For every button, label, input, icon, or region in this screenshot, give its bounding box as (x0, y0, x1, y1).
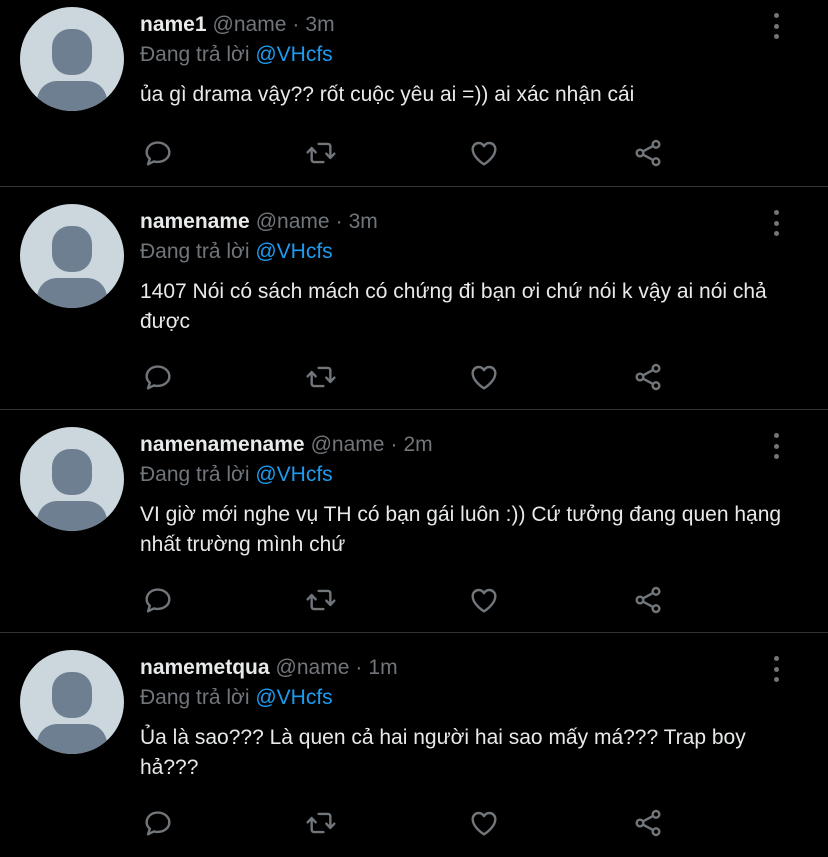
default-avatar-icon[interactable] (20, 427, 124, 531)
retweet-icon[interactable] (303, 582, 339, 618)
user-handle[interactable]: @name (256, 207, 330, 237)
action-bar (140, 359, 680, 395)
more-icon[interactable] (770, 210, 782, 236)
replying-to: Đang trả lời @VHcfs (140, 460, 798, 492)
replying-to: Đang trả lời @VHcfs (140, 237, 798, 269)
tweet-header: namenamename @name · 2m (140, 430, 798, 460)
replying-to-label: Đang trả lời (140, 463, 250, 486)
user-handle[interactable]: @name (276, 653, 350, 683)
tweet-text: ủa gì drama vậy?? rốt cuộc yêu ai =)) ai… (140, 83, 635, 106)
reply-tweet[interactable]: namenamename @name · 2m Đang trả lời @VH… (0, 410, 828, 633)
share-icon[interactable] (630, 135, 666, 171)
reply-tweet[interactable]: namename @name · 3m Đang trả lời @VHcfs … (0, 187, 828, 410)
retweet-icon[interactable] (303, 805, 339, 841)
like-icon[interactable] (466, 805, 502, 841)
mention-link[interactable]: @VHcfs (255, 43, 332, 66)
more-icon[interactable] (770, 433, 782, 459)
display-name[interactable]: name1 (140, 10, 207, 40)
reply-icon[interactable] (140, 805, 176, 841)
tweet-header: namename @name · 3m (140, 207, 798, 237)
separator: · (390, 433, 398, 456)
more-icon[interactable] (770, 13, 782, 39)
action-bar (140, 135, 680, 171)
separator: · (355, 656, 363, 679)
tweet-header: name1 @name · 3m (140, 10, 798, 40)
separator: · (335, 210, 343, 233)
replying-to: Đang trả lời @VHcfs (140, 683, 798, 715)
replying-to: Đang trả lời @VHcfs (140, 40, 798, 72)
action-bar (140, 805, 680, 841)
display-name[interactable]: namemetqua (140, 653, 270, 683)
replying-to-label: Đang trả lời (140, 43, 250, 66)
like-icon[interactable] (466, 135, 502, 171)
separator: · (292, 13, 300, 36)
reply-tweet[interactable]: namemetqua @name · 1m Đang trả lời @VHcf… (0, 633, 828, 853)
action-bar (140, 582, 680, 618)
replying-to-label: Đang trả lời (140, 240, 250, 263)
default-avatar-icon[interactable] (20, 7, 124, 111)
reply-tweet[interactable]: name1 @name · 3m Đang trả lời @VHcfs ủa … (0, 0, 828, 187)
reply-icon[interactable] (140, 135, 176, 171)
share-icon[interactable] (630, 582, 666, 618)
mention-link[interactable]: @VHcfs (255, 240, 332, 263)
display-name[interactable]: namenamename (140, 430, 305, 460)
user-handle[interactable]: @name (213, 10, 287, 40)
more-icon[interactable] (770, 656, 782, 682)
retweet-icon[interactable] (303, 359, 339, 395)
retweet-icon[interactable] (303, 135, 339, 171)
tweet-header: namemetqua @name · 1m (140, 653, 798, 683)
tweet-text: Ủa là sao??? Là quen cả hai người hai sa… (140, 726, 746, 779)
share-icon[interactable] (630, 359, 666, 395)
mention-link[interactable]: @VHcfs (255, 686, 332, 709)
reply-feed: name1 @name · 3m Đang trả lời @VHcfs ủa … (0, 0, 828, 853)
timestamp[interactable]: 3m (349, 207, 378, 237)
display-name[interactable]: namename (140, 207, 250, 237)
timestamp[interactable]: 3m (305, 10, 334, 40)
reply-icon[interactable] (140, 582, 176, 618)
mention-link[interactable]: @VHcfs (255, 463, 332, 486)
timestamp[interactable]: 1m (368, 653, 397, 683)
like-icon[interactable] (466, 582, 502, 618)
like-icon[interactable] (466, 359, 502, 395)
tweet-text: VI giờ mới nghe vụ TH có bạn gái luôn :)… (140, 503, 782, 556)
replying-to-label: Đang trả lời (140, 686, 250, 709)
default-avatar-icon[interactable] (20, 204, 124, 308)
default-avatar-icon[interactable] (20, 650, 124, 754)
reply-icon[interactable] (140, 359, 176, 395)
tweet-text: 1407 Nói có sách mách có chứng đi bạn ơi… (140, 280, 767, 333)
user-handle[interactable]: @name (311, 430, 385, 460)
timestamp[interactable]: 2m (403, 430, 432, 460)
share-icon[interactable] (630, 805, 666, 841)
